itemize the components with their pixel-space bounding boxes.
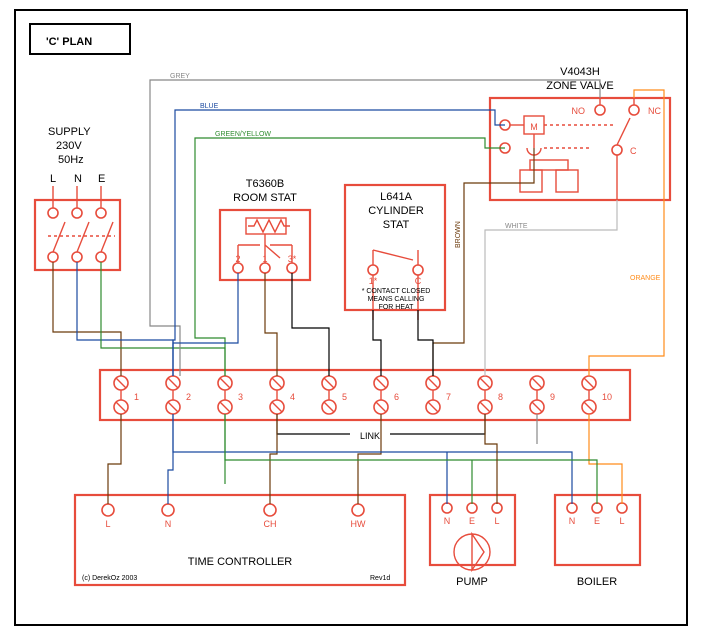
supply-L: L (50, 173, 56, 185)
supply-voltage: 230V (56, 140, 82, 152)
tc-CH: CH (264, 519, 277, 529)
wire-brown: BROWN (455, 221, 462, 248)
cylstat-note1: * CONTACT CLOSED (362, 288, 431, 295)
cylstat-label1: CYLINDER (368, 205, 424, 217)
tc-rev: Rev1d (370, 575, 390, 582)
cylstat-note2: MEANS CALLING (368, 296, 425, 303)
boiler-E: E (594, 516, 600, 526)
pump-label: PUMP (456, 576, 488, 588)
pump-E: E (469, 516, 475, 526)
jt9: 9 (550, 392, 555, 402)
jt2: 2 (186, 392, 191, 402)
supply-freq: 50Hz (58, 154, 84, 166)
boiler: N E L BOILER (555, 495, 640, 588)
supply-switch (35, 186, 120, 270)
jt4: 4 (290, 392, 295, 402)
boiler-N: N (569, 516, 576, 526)
jt10: 10 (602, 392, 612, 402)
zonevalve-no: NO (572, 106, 586, 116)
tc-L: L (105, 519, 110, 529)
pump-N: N (444, 516, 451, 526)
cylstat-model: L641A (380, 191, 412, 203)
wire-orange: ORANGE (630, 275, 661, 282)
wire-grey: GREY (170, 73, 190, 80)
junction-link: LINK (360, 431, 380, 441)
roomstat-model: T6360B (246, 178, 285, 190)
junction-terminals: 1 2 3 4 5 6 (114, 376, 612, 414)
cylstat-note3: FOR HEAT (379, 304, 415, 311)
jt5: 5 (342, 392, 347, 402)
cylstat-label2: STAT (383, 219, 410, 231)
supply-N: N (74, 173, 82, 185)
zonevalve-nc: NC (648, 106, 661, 116)
time-controller: L N CH HW TIME CONTROLLER (c) DerekOz 20… (75, 495, 405, 585)
zonevalve-label: ZONE VALVE (546, 80, 613, 92)
jt6: 6 (394, 392, 399, 402)
supply-label: SUPPLY (48, 126, 91, 138)
jt8: 8 (498, 392, 503, 402)
jt3: 3 (238, 392, 243, 402)
wire-gny: GREEN/YELLOW (215, 131, 271, 138)
plan-title: 'C' PLAN (46, 36, 92, 48)
roomstat-label: ROOM STAT (233, 192, 297, 204)
zonevalve-model: V4043H (560, 66, 600, 78)
pump-L: L (494, 516, 499, 526)
boiler-label: BOILER (577, 576, 617, 588)
wire-white: WHITE (505, 223, 528, 230)
wire-blue: BLUE (200, 103, 219, 110)
jt7: 7 (446, 392, 451, 402)
tc-N: N (165, 519, 172, 529)
zone-valve: M NO NC C (490, 98, 670, 200)
boiler-L: L (619, 516, 624, 526)
room-stat: 2 1 3* (220, 210, 310, 280)
supply-E: E (98, 173, 105, 185)
zonevalve-c: C (630, 146, 637, 156)
tc-copy: (c) DerekOz 2003 (82, 575, 137, 582)
zonevalve-m: M (530, 122, 538, 132)
tc-HW: HW (351, 519, 366, 529)
pump: N E L PUMP (430, 495, 515, 588)
jt1: 1 (134, 392, 139, 402)
tc-label: TIME CONTROLLER (188, 556, 293, 568)
